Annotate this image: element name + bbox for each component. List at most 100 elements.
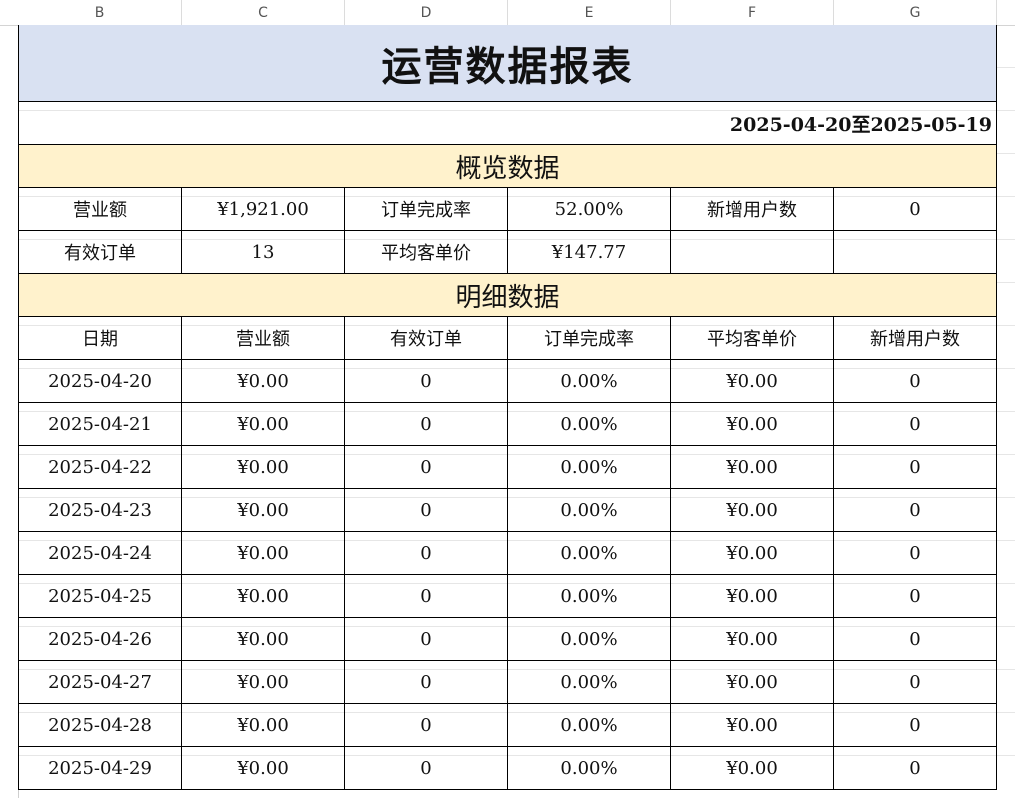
- cell-new-users[interactable]: 0: [834, 575, 997, 618]
- cell-valid-orders[interactable]: 0: [345, 747, 508, 790]
- cell-avg-price[interactable]: ¥0.00: [671, 532, 834, 575]
- cell-revenue[interactable]: ¥0.00: [182, 360, 345, 403]
- overview-cell-value[interactable]: ¥1,921.00: [182, 188, 345, 231]
- cell-date[interactable]: 2025-04-21: [18, 403, 182, 446]
- cell-new-users[interactable]: 0: [834, 403, 997, 446]
- cell-date[interactable]: 2025-04-28: [18, 704, 182, 747]
- overview-cell-label[interactable]: 营业额: [18, 188, 182, 231]
- overview-cell-label[interactable]: 平均客单价: [345, 231, 508, 274]
- cell-new-users[interactable]: 0: [834, 661, 997, 704]
- table-row: 2025-04-26 ¥0.00 0 0.00% ¥0.00 0: [18, 618, 997, 661]
- detail-section-title[interactable]: 明细数据: [18, 274, 997, 317]
- cell-completion-rate[interactable]: 0.00%: [508, 575, 671, 618]
- overview-table: 营业额 ¥1,921.00 订单完成率 52.00% 新增用户数 0 有效订单 13 平均客单价…: [18, 188, 997, 274]
- overview-cell-value[interactable]: ¥147.77: [508, 231, 671, 274]
- table-row: 2025-04-20 ¥0.00 0 0.00% ¥0.00 0: [18, 360, 997, 403]
- cell-date[interactable]: 2025-04-24: [18, 532, 182, 575]
- cell-avg-price[interactable]: ¥0.00: [671, 360, 834, 403]
- overview-cell-label[interactable]: 订单完成率: [345, 188, 508, 231]
- cell-avg-price[interactable]: ¥0.00: [671, 747, 834, 790]
- cell-date[interactable]: 2025-04-29: [18, 747, 182, 790]
- cell-valid-orders[interactable]: 0: [345, 489, 508, 532]
- overview-cell-value[interactable]: 0: [834, 188, 997, 231]
- cell-revenue[interactable]: ¥0.00: [182, 618, 345, 661]
- overview-cell-label[interactable]: 新增用户数: [671, 188, 834, 231]
- cell-new-users[interactable]: 0: [834, 446, 997, 489]
- cell-new-users[interactable]: 0: [834, 618, 997, 661]
- cell-avg-price[interactable]: ¥0.00: [671, 661, 834, 704]
- table-row: 2025-04-27 ¥0.00 0 0.00% ¥0.00 0: [18, 661, 997, 704]
- cell-avg-price[interactable]: ¥0.00: [671, 446, 834, 489]
- cell-revenue[interactable]: ¥0.00: [182, 704, 345, 747]
- column-header-d[interactable]: D: [345, 0, 508, 25]
- detail-header-avg-price[interactable]: 平均客单价: [671, 317, 834, 360]
- cell-valid-orders[interactable]: 0: [345, 360, 508, 403]
- detail-header-row: 日期 营业额 有效订单 订单完成率 平均客单价 新增用户数: [18, 317, 997, 360]
- cell-new-users[interactable]: 0: [834, 747, 997, 790]
- overview-cell-label[interactable]: 有效订单: [18, 231, 182, 274]
- overview-cell-value[interactable]: 13: [182, 231, 345, 274]
- column-header-c[interactable]: C: [182, 0, 345, 25]
- report-title[interactable]: 运营数据报表: [18, 25, 997, 102]
- cell-completion-rate[interactable]: 0.00%: [508, 403, 671, 446]
- cell-completion-rate[interactable]: 0.00%: [508, 360, 671, 403]
- cell-date[interactable]: 2025-04-27: [18, 661, 182, 704]
- cell-completion-rate[interactable]: 0.00%: [508, 446, 671, 489]
- cell-valid-orders[interactable]: 0: [345, 661, 508, 704]
- cell-valid-orders[interactable]: 0: [345, 446, 508, 489]
- cell-date[interactable]: 2025-04-22: [18, 446, 182, 489]
- cell-valid-orders[interactable]: 0: [345, 575, 508, 618]
- detail-header-new-users[interactable]: 新增用户数: [834, 317, 997, 360]
- spreadsheet: B C D E F G 运营数据报表 2025-04-20至2025-05-19…: [0, 0, 1015, 798]
- cell-date[interactable]: 2025-04-25: [18, 575, 182, 618]
- cell-completion-rate[interactable]: 0.00%: [508, 532, 671, 575]
- overview-cell-value[interactable]: [834, 231, 997, 274]
- cell-revenue[interactable]: ¥0.00: [182, 575, 345, 618]
- cell-completion-rate[interactable]: 0.00%: [508, 704, 671, 747]
- cell-date[interactable]: 2025-04-20: [18, 360, 182, 403]
- cell-avg-price[interactable]: ¥0.00: [671, 575, 834, 618]
- detail-header-date[interactable]: 日期: [18, 317, 182, 360]
- column-header-b[interactable]: B: [18, 0, 182, 25]
- cell-valid-orders[interactable]: 0: [345, 403, 508, 446]
- table-row: 2025-04-28 ¥0.00 0 0.00% ¥0.00 0: [18, 704, 997, 747]
- table-row: 2025-04-24 ¥0.00 0 0.00% ¥0.00 0: [18, 532, 997, 575]
- cell-revenue[interactable]: ¥0.00: [182, 403, 345, 446]
- cell-revenue[interactable]: ¥0.00: [182, 446, 345, 489]
- cell-avg-price[interactable]: ¥0.00: [671, 704, 834, 747]
- column-header-g[interactable]: G: [834, 0, 997, 25]
- cell-avg-price[interactable]: ¥0.00: [671, 489, 834, 532]
- cell-valid-orders[interactable]: 0: [345, 704, 508, 747]
- cell-new-users[interactable]: 0: [834, 704, 997, 747]
- cell-date[interactable]: 2025-04-23: [18, 489, 182, 532]
- detail-header-revenue[interactable]: 营业额: [182, 317, 345, 360]
- cell-revenue[interactable]: ¥0.00: [182, 532, 345, 575]
- cell-completion-rate[interactable]: 0.00%: [508, 489, 671, 532]
- cell-new-users[interactable]: 0: [834, 532, 997, 575]
- cell-avg-price[interactable]: ¥0.00: [671, 403, 834, 446]
- cell-new-users[interactable]: 0: [834, 360, 997, 403]
- overview-cell-label[interactable]: [671, 231, 834, 274]
- table-row: 2025-04-23 ¥0.00 0 0.00% ¥0.00 0: [18, 489, 997, 532]
- overview-row: 有效订单 13 平均客单价 ¥147.77: [18, 231, 997, 274]
- cell-avg-price[interactable]: ¥0.00: [671, 618, 834, 661]
- cell-completion-rate[interactable]: 0.00%: [508, 747, 671, 790]
- cell-new-users[interactable]: 0: [834, 489, 997, 532]
- overview-section-title[interactable]: 概览数据: [18, 145, 997, 188]
- cell-completion-rate[interactable]: 0.00%: [508, 661, 671, 704]
- column-header-row: B C D E F G: [0, 0, 1015, 26]
- cell-date[interactable]: 2025-04-26: [18, 618, 182, 661]
- cell-completion-rate[interactable]: 0.00%: [508, 618, 671, 661]
- column-header-e[interactable]: E: [508, 0, 671, 25]
- detail-header-completion-rate[interactable]: 订单完成率: [508, 317, 671, 360]
- cell-revenue[interactable]: ¥0.00: [182, 489, 345, 532]
- cell-revenue[interactable]: ¥0.00: [182, 661, 345, 704]
- cell-valid-orders[interactable]: 0: [345, 618, 508, 661]
- column-header-f[interactable]: F: [671, 0, 834, 25]
- table-row: 2025-04-29 ¥0.00 0 0.00% ¥0.00 0: [18, 747, 997, 790]
- cell-revenue[interactable]: ¥0.00: [182, 747, 345, 790]
- detail-header-valid-orders[interactable]: 有效订单: [345, 317, 508, 360]
- cell-valid-orders[interactable]: 0: [345, 532, 508, 575]
- overview-cell-value[interactable]: 52.00%: [508, 188, 671, 231]
- date-range[interactable]: 2025-04-20至2025-05-19: [18, 102, 997, 145]
